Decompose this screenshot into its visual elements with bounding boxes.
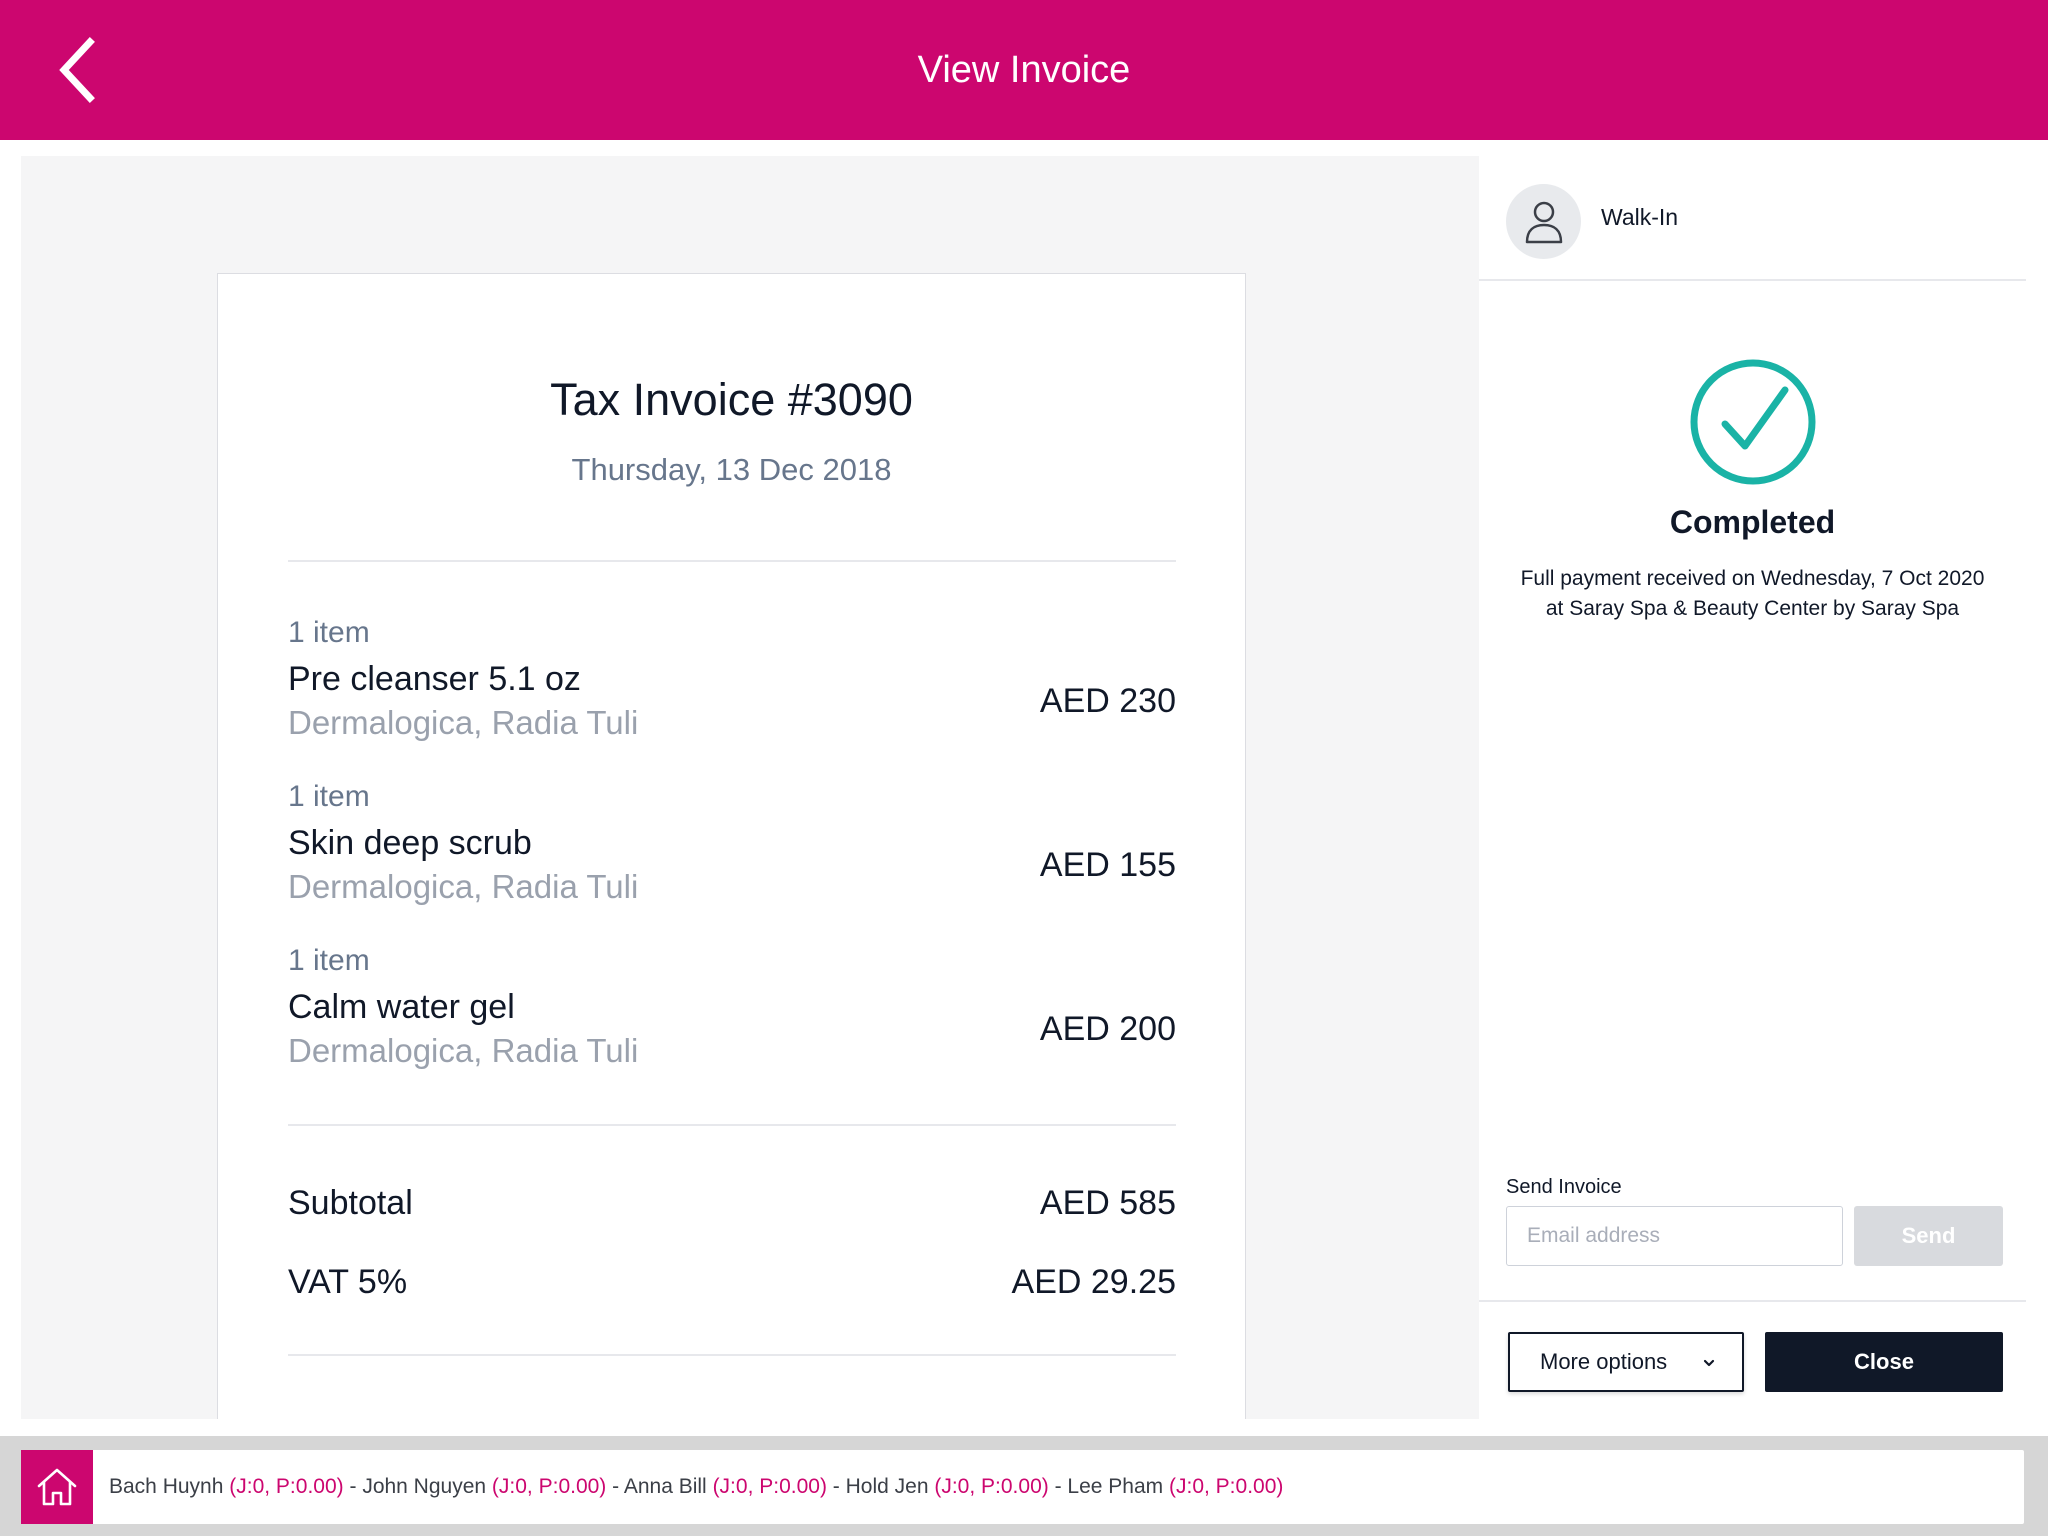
line-item-qty: 1 item xyxy=(288,616,370,649)
check-circle-icon xyxy=(1690,359,1816,485)
invoice-title: Tax Invoice #3090 xyxy=(550,374,913,425)
line-item-name: Skin deep scrub xyxy=(288,824,532,862)
line-item-qty: 1 item xyxy=(288,944,370,977)
line-item-name: Pre cleanser 5.1 oz xyxy=(288,660,581,698)
home-button[interactable] xyxy=(21,1450,93,1524)
home-icon xyxy=(37,1468,77,1506)
page-title: View Invoice xyxy=(917,49,1131,91)
send-invoice-label: Send Invoice xyxy=(1506,1176,1622,1198)
staff-name: Lee Pham xyxy=(1067,1475,1164,1498)
staff-stats: (J:0, P:0.00) xyxy=(229,1475,344,1498)
divider xyxy=(288,560,1176,562)
line-item: 1 item Pre cleanser 5.1 oz Dermalogica, … xyxy=(288,616,1176,756)
subtotal-label: Subtotal xyxy=(288,1184,413,1222)
staff-separator: - xyxy=(612,1475,624,1498)
staff-separator: - xyxy=(1054,1475,1068,1498)
line-item-qty: 1 item xyxy=(288,780,370,813)
line-item: 1 item Skin deep scrub Dermalogica, Radi… xyxy=(288,780,1176,920)
line-item-name: Calm water gel xyxy=(288,988,515,1026)
staff-separator: - xyxy=(349,1475,363,1498)
user-icon xyxy=(1525,201,1563,244)
chevron-down-icon xyxy=(1703,1359,1715,1367)
client-row[interactable]: Walk-In xyxy=(1479,156,2026,281)
line-item-brand-staff: Dermalogica, Radia Tuli xyxy=(288,704,639,741)
divider xyxy=(288,1354,1176,1356)
staff-bar: Bach Huynh (J:0, P:0.00) - John Nguyen (… xyxy=(0,1436,2048,1536)
vat-label: VAT 5% xyxy=(288,1263,408,1301)
staff-list: Bach Huynh (J:0, P:0.00) - John Nguyen (… xyxy=(109,1450,1283,1524)
status-description: Full payment received on Wednesday, 7 Oc… xyxy=(1520,567,1985,620)
vat-row: VAT 5% AED 29.25 xyxy=(288,1263,1176,1313)
send-button[interactable]: Send xyxy=(1854,1206,2003,1266)
staff-bar-inner: Bach Huynh (J:0, P:0.00) - John Nguyen (… xyxy=(21,1450,2024,1524)
invoice-document: Tax Invoice #3090 Thursday, 13 Dec 2018 … xyxy=(217,273,1246,1419)
client-name: Walk-In xyxy=(1601,204,1679,230)
line-item-price: AED 230 xyxy=(1039,682,1176,720)
staff-name: John Nguyen xyxy=(362,1475,487,1498)
staff-stats: (J:0, P:0.00) xyxy=(712,1475,827,1498)
staff-stats: (J:0, P:0.00) xyxy=(491,1475,607,1498)
more-options-label: More options xyxy=(1540,1349,1668,1374)
line-item-brand-staff: Dermalogica, Radia Tuli xyxy=(288,1032,639,1069)
email-input[interactable] xyxy=(1506,1206,1843,1266)
invoice-date: Thursday, 13 Dec 2018 xyxy=(571,452,892,487)
invoice-preview-area[interactable]: Tax Invoice #3090 Thursday, 13 Dec 2018 … xyxy=(21,156,1479,1419)
staff-stats: (J:0, P:0.00) xyxy=(934,1475,1049,1498)
staff-name: Bach Huynh xyxy=(109,1475,224,1498)
staff-separator: - xyxy=(832,1475,846,1498)
more-options-button[interactable]: More options xyxy=(1508,1332,1744,1392)
staff-name: Hold Jen xyxy=(845,1475,929,1498)
divider xyxy=(1479,1300,2026,1302)
invoice-side-panel: Walk-In Completed Full payment received … xyxy=(1479,156,2048,1419)
subtotal-row: Subtotal AED 585 xyxy=(288,1184,1176,1234)
divider xyxy=(288,1124,1176,1126)
staff-name: Anna Bill xyxy=(623,1475,707,1498)
staff-stats: (J:0, P:0.00) xyxy=(1169,1475,1284,1498)
app-header: View Invoice xyxy=(0,0,2048,140)
status-title: Completed xyxy=(1669,504,1836,540)
line-item-price: AED 200 xyxy=(1039,1010,1176,1048)
line-item-price: AED 155 xyxy=(1039,846,1176,884)
line-item: 1 item Calm water gel Dermalogica, Radia… xyxy=(288,944,1176,1084)
close-button[interactable]: Close xyxy=(1765,1332,2003,1392)
avatar xyxy=(1506,184,1581,259)
line-item-brand-staff: Dermalogica, Radia Tuli xyxy=(288,868,639,905)
vat-value: AED 29.25 xyxy=(1011,1263,1176,1301)
subtotal-value: AED 585 xyxy=(1039,1184,1176,1222)
